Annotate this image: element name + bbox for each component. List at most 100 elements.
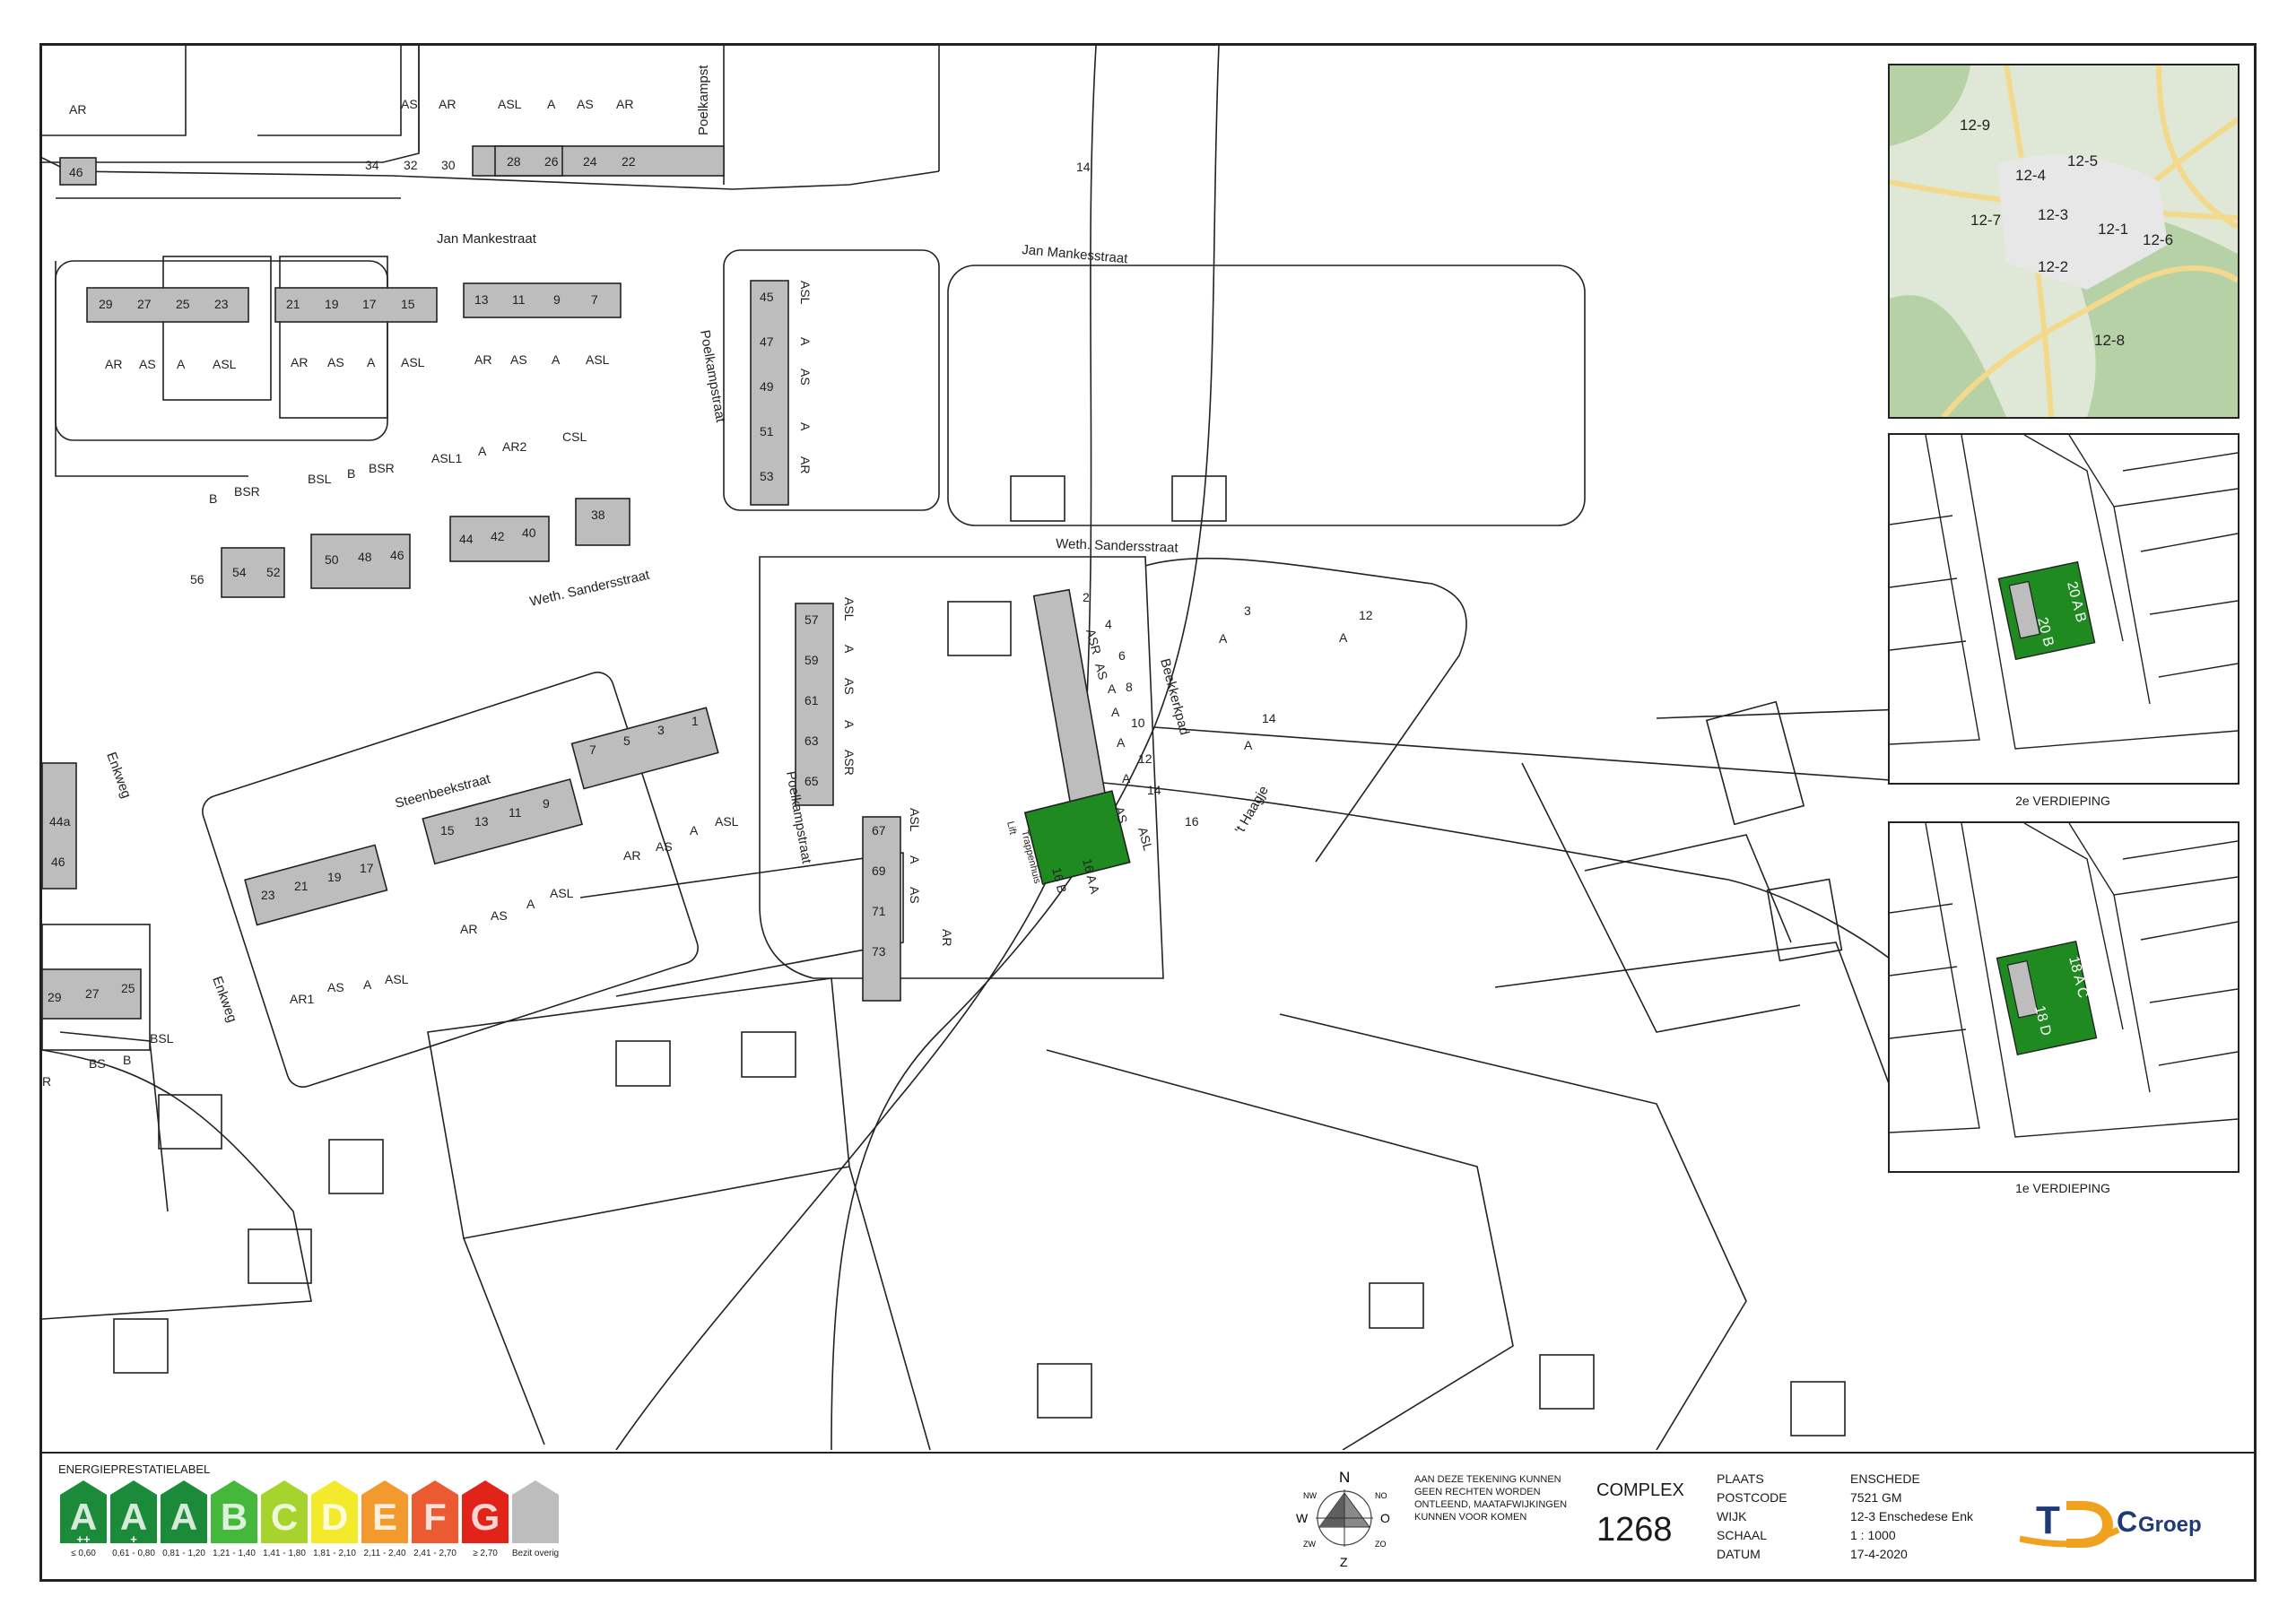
- district-label: 12-7: [1970, 212, 2001, 229]
- compass-o: O: [1380, 1511, 1390, 1525]
- meta-key: WIJK: [1717, 1509, 1747, 1523]
- house-number: 29: [48, 990, 62, 1004]
- energy-label-range: ≥ 2,70: [473, 1549, 498, 1558]
- house-number: 25: [176, 297, 190, 311]
- house-number: 44a: [49, 814, 71, 829]
- location-inset-map: 12-9 12-5 12-4 12-3 12-7 12-1 12-6 12-2 …: [1888, 64, 2239, 419]
- unit-code: A: [842, 645, 857, 654]
- unit-code: A: [1122, 771, 1131, 785]
- house-number: 23: [261, 888, 275, 902]
- compass-nw: NW: [1303, 1491, 1317, 1500]
- unit-code: A: [1219, 631, 1228, 646]
- house-number: 19: [325, 297, 339, 311]
- house-number: 23: [214, 297, 229, 311]
- street-label: Jan Mankesstraat: [1022, 242, 1129, 266]
- unit-code: AS: [327, 355, 344, 369]
- house-number: 46: [51, 855, 65, 869]
- complex-label: COMPLEX: [1596, 1480, 1684, 1500]
- unit-code: ASL: [715, 814, 739, 829]
- house-number: 56: [190, 572, 204, 586]
- house-number: 17: [362, 297, 377, 311]
- house-number: 14: [1076, 160, 1091, 174]
- unit-code: AS: [510, 352, 527, 367]
- district-label: 12-4: [2015, 167, 2046, 184]
- unit-code: AR: [623, 848, 640, 863]
- meta-key: SCHAAL: [1717, 1528, 1768, 1542]
- house-number: 15: [401, 297, 415, 311]
- district-label: 12-2: [2038, 258, 2068, 275]
- unit-code: ASL: [1135, 826, 1155, 853]
- street-label: Weth. Sandersstraat: [528, 567, 652, 609]
- house-number: 14: [1147, 783, 1161, 797]
- compass-icon: N O Z W NW NO ZW ZO: [1296, 1469, 1390, 1569]
- unit-code: AR: [940, 929, 954, 946]
- meta-value: 12-3 Enschedese Enk: [1850, 1509, 1973, 1523]
- energy-label-range: 2,11 - 2,40: [363, 1549, 406, 1558]
- title-block: ENERGIEPRESTATIELABEL A ++ ≤ 0,60 A +0,61 - …: [42, 1452, 2254, 1584]
- house-number: 45: [760, 290, 774, 304]
- unit-code: AS: [908, 887, 922, 904]
- district-label: 12-6: [2143, 231, 2173, 248]
- house-number: 6: [1118, 648, 1126, 663]
- energy-label-f: F: [412, 1480, 458, 1543]
- house-number: 21: [286, 297, 300, 311]
- house-number: 28: [507, 154, 521, 169]
- energy-label-range: 0,61 - 0,80: [112, 1549, 155, 1558]
- unit-code: B: [123, 1053, 131, 1067]
- house-number: 3: [1244, 603, 1251, 618]
- house-number: 40: [522, 525, 536, 540]
- energy-label-letter: B: [220, 1496, 248, 1538]
- unit-code: ASL: [908, 808, 922, 832]
- house-number: 8: [1126, 680, 1133, 694]
- house-number: 50: [325, 552, 339, 567]
- complex-number: 1268: [1596, 1511, 1673, 1549]
- meta-key: POSTCODE: [1717, 1490, 1787, 1505]
- unit-code: A: [363, 977, 372, 992]
- house-number: 47: [760, 334, 774, 349]
- house-number: 73: [872, 944, 886, 959]
- logo-letter-c: C: [2117, 1506, 2137, 1538]
- house-number: 32: [404, 158, 418, 172]
- compass-z: Z: [1340, 1555, 1348, 1569]
- house-number: 48: [358, 550, 372, 564]
- unit-code: BS: [89, 1056, 106, 1071]
- compass-no: NO: [1375, 1491, 1387, 1500]
- house-number: 30: [441, 158, 456, 172]
- logo-letter-t: T: [2036, 1498, 2060, 1542]
- house-number: 61: [804, 693, 819, 707]
- unit-code: AS: [656, 839, 673, 854]
- house-number: 57: [804, 612, 819, 627]
- meta-value: 1 : 1000: [1850, 1528, 1896, 1542]
- legend-title: ENERGIEPRESTATIELABEL: [58, 1462, 211, 1476]
- unit-code: A: [798, 337, 813, 346]
- energy-label-range: Bezit overig: [511, 1549, 560, 1558]
- energy-label-plus: +: [130, 1532, 137, 1546]
- unit-code: A: [1111, 705, 1120, 719]
- house-number: 22: [622, 154, 636, 169]
- house-number: 3: [657, 723, 665, 737]
- energy-label-c: C: [261, 1480, 308, 1543]
- unit-code: Lift: [1004, 820, 1018, 836]
- house-number: 11: [509, 805, 522, 820]
- house-number: 53: [760, 469, 774, 483]
- house-number: 29: [99, 297, 113, 311]
- logo-word: Groep: [2138, 1513, 2202, 1537]
- house-number: 7: [589, 742, 596, 757]
- energy-label-range: 1,81 - 2,10: [313, 1549, 356, 1558]
- unit-code: AR1: [290, 992, 314, 1006]
- house-number: 46: [69, 165, 83, 179]
- house-number: 71: [872, 904, 886, 918]
- energy-label-b: B: [211, 1480, 257, 1543]
- floor-inset-caption: 1e VERDIEPING: [2015, 1181, 2110, 1195]
- compass-n: N: [1339, 1469, 1350, 1486]
- house-number: 2: [1083, 590, 1090, 604]
- district-label: 12-1: [2098, 221, 2128, 238]
- house-number: 67: [872, 823, 886, 838]
- unit-code: A: [842, 720, 857, 729]
- unit-code: AR: [616, 97, 633, 111]
- unit-code: ASL: [798, 281, 813, 305]
- meta-value: 17-4-2020: [1850, 1547, 1908, 1561]
- energy-label-range: 2,41 - 2,70: [413, 1549, 457, 1558]
- unit-code: ASR: [842, 750, 857, 776]
- tdc-groep-logo: T C Groep: [2020, 1498, 2202, 1548]
